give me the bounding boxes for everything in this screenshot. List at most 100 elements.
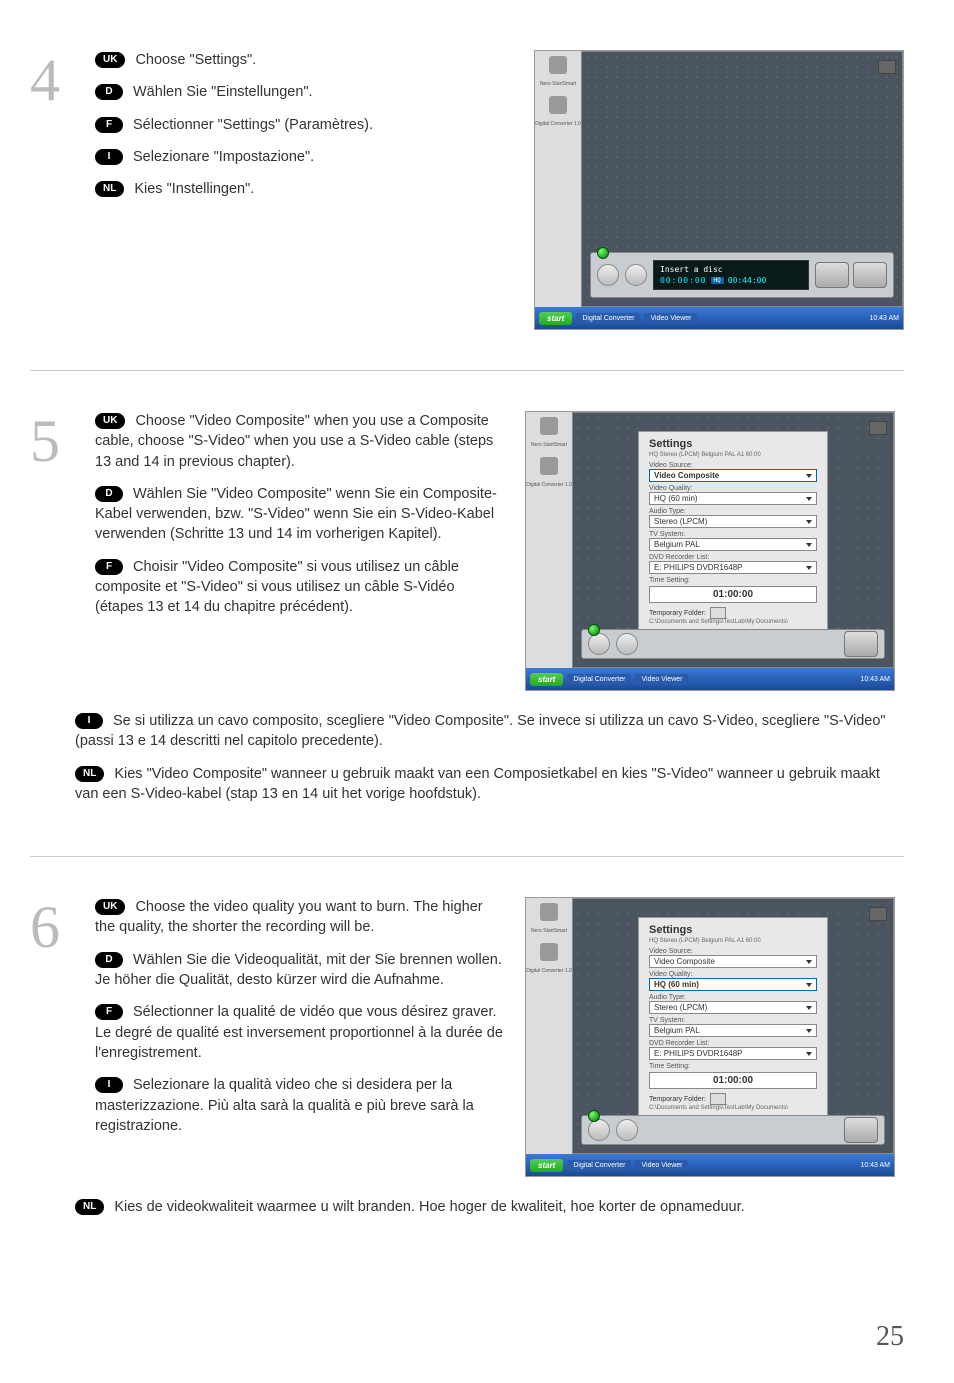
label-video-source: Video Source: <box>649 462 817 469</box>
instruction-uk: UK Choose the video quality you want to … <box>95 897 505 938</box>
start-button[interactable]: start <box>530 1159 563 1172</box>
select-dvd-recorder[interactable]: E: PHILIPS DVDR1648P <box>649 561 817 574</box>
settings-button[interactable] <box>616 633 638 655</box>
player-controls <box>581 1115 885 1145</box>
chevron-down-icon <box>806 1006 812 1010</box>
instruction-f: F Sélectionner la qualité de vidéo que v… <box>95 1002 505 1063</box>
instruction-nl: NL Kies de videokwaliteit waarmee u wilt… <box>75 1197 904 1217</box>
instruction-f-text: Sélectionner "Settings" (Paramètres). <box>133 115 514 135</box>
select-audio-type[interactable]: Stereo (LPCM) <box>649 1001 817 1014</box>
taskbar-clock: 10:43 AM <box>869 315 899 322</box>
step-5: 5 UK Choose "Video Composite" when you u… <box>30 411 904 857</box>
converter-icon <box>540 943 558 961</box>
instruction-f-text: Sélectionner la qualité de vidéo que vou… <box>95 1004 503 1061</box>
select-tv-system[interactable]: Belgium PAL <box>649 538 817 551</box>
select-dvd-recorder[interactable]: E: PHILIPS DVDR1648P <box>649 1047 817 1060</box>
label-time-setting: Time Setting: <box>649 577 817 584</box>
taskbar-item-1[interactable]: Digital Converter <box>576 313 640 324</box>
select-video-source[interactable]: Video Composite <box>649 955 817 968</box>
label-temp-folder: Temporary Folder: <box>649 610 706 617</box>
time-setting-value[interactable]: 01:00:00 <box>649 1072 817 1089</box>
browse-folder-button[interactable] <box>710 607 726 619</box>
select-video-quality[interactable]: HQ (60 min) <box>649 492 817 505</box>
camera-button[interactable] <box>597 264 619 286</box>
label-temp-folder: Temporary Folder: <box>649 1096 706 1103</box>
select-video-quality[interactable]: HQ (60 min) <box>649 978 817 991</box>
settings-dialog: Settings HQ Stereo (LPCM) Belgium PAL A1… <box>638 431 828 655</box>
label-dvd-recorder: DVD Recorder List: <box>649 554 817 561</box>
chevron-down-icon <box>806 960 812 964</box>
step-6: 6 UK Choose the video quality you want t… <box>30 897 904 1269</box>
lang-badge-d: D <box>95 486 123 502</box>
settings-dialog: Settings HQ Stereo (LPCM) Belgium PAL A1… <box>638 917 828 1141</box>
step-5-overflow-text: I Se si utilizza un cavo composito, sceg… <box>30 711 904 816</box>
select-audio-type[interactable]: Stereo (LPCM) <box>649 515 817 528</box>
instruction-nl: NL Kies "Instellingen". <box>95 179 514 199</box>
screenshot-step-6: Nero StartSmart Digital Converter 1.0 Se… <box>525 897 895 1177</box>
taskbar-item-1[interactable]: Digital Converter <box>567 674 631 685</box>
camera-button[interactable] <box>588 1119 610 1141</box>
taskbar-item-1[interactable]: Digital Converter <box>567 1160 631 1171</box>
screenshot-step-5: Nero StartSmart Digital Converter 1.0 Se… <box>525 411 895 691</box>
lcd-quality: HQ <box>711 277 724 284</box>
sidebar-label-2: Digital Converter 1.0 <box>535 122 581 128</box>
stop-button[interactable] <box>853 262 887 288</box>
chevron-down-icon <box>806 520 812 524</box>
chevron-down-icon <box>806 543 812 547</box>
lang-badge-d: D <box>95 952 123 968</box>
lang-badge-i: I <box>95 149 123 165</box>
taskbar-item-2[interactable]: Video Viewer <box>644 313 697 324</box>
instruction-i: I Selezionare la qualità video che si de… <box>95 1075 505 1136</box>
lcd-elapsed: 00:00:00 <box>660 276 707 285</box>
sidebar-label-1: Nero StartSmart <box>540 82 576 88</box>
label-video-quality: Video Quality: <box>649 971 817 978</box>
settings-button[interactable] <box>625 264 647 286</box>
instruction-i: I Selezionare "Impostazione". <box>95 147 514 167</box>
dialog-title: Settings <box>649 438 817 450</box>
page-number: 25 <box>876 1321 904 1353</box>
start-button[interactable]: start <box>539 312 572 325</box>
time-setting-value[interactable]: 01:00:00 <box>649 586 817 603</box>
screenshot-sidebar: Nero StartSmart Digital Converter 1.0 <box>526 412 572 668</box>
select-video-source[interactable]: Video Composite <box>649 469 817 482</box>
chevron-down-icon <box>806 1052 812 1056</box>
record-button[interactable] <box>815 262 849 288</box>
instruction-d-text: Wählen Sie die Videoqualität, mit der Si… <box>95 952 502 988</box>
instruction-i-text: Selezionare "Impostazione". <box>133 147 514 167</box>
chevron-down-icon <box>806 566 812 570</box>
instruction-uk: UK Choose "Video Composite" when you use… <box>95 411 505 472</box>
instruction-d: D Wählen Sie "Einstellungen". <box>95 82 514 102</box>
chevron-down-icon <box>806 1029 812 1033</box>
step-number: 6 <box>30 897 75 1177</box>
start-button[interactable]: start <box>530 673 563 686</box>
browse-folder-button[interactable] <box>710 1093 726 1105</box>
lang-badge-i: I <box>75 713 103 729</box>
camera-button[interactable] <box>588 633 610 655</box>
converter-icon <box>540 457 558 475</box>
select-tv-system[interactable]: Belgium PAL <box>649 1024 817 1037</box>
status-led-icon <box>597 247 609 259</box>
record-button[interactable] <box>844 1117 878 1143</box>
screenshot-step-4: Nero StartSmart Digital Converter 1.0 In… <box>534 50 904 330</box>
record-button[interactable] <box>844 631 878 657</box>
screenshot-sidebar: Nero StartSmart Digital Converter 1.0 <box>535 51 581 307</box>
step-6-text: UK Choose the video quality you want to … <box>95 897 505 1177</box>
settings-button[interactable] <box>616 1119 638 1141</box>
sidebar-label-2: Digital Converter 1.0 <box>526 483 572 489</box>
lang-badge-nl: NL <box>75 766 104 782</box>
instruction-f-text: Choisir "Video Composite" si vous utilis… <box>95 559 459 616</box>
chevron-down-icon <box>806 474 812 478</box>
dialog-title: Settings <box>649 924 817 936</box>
screenshot-main: Insert a disc 00:00:00 HQ 00:44:00 <box>581 51 903 307</box>
taskbar-item-2[interactable]: Video Viewer <box>635 674 688 685</box>
instruction-uk-text: Choose the video quality you want to bur… <box>95 899 483 935</box>
lang-badge-i: I <box>95 1077 123 1093</box>
screenshot-thumbnail <box>878 60 896 74</box>
instruction-nl-text: Kies "Video Composite" wanneer u gebruik… <box>75 766 880 802</box>
instruction-nl-text: Kies de videokwaliteit waarmee u wilt br… <box>114 1199 744 1215</box>
step-number: 5 <box>30 411 75 691</box>
lang-badge-nl: NL <box>75 1199 104 1215</box>
instruction-uk-text: Choose "Video Composite" when you use a … <box>95 413 493 470</box>
lcd-display: Insert a disc 00:00:00 HQ 00:44:00 <box>653 260 809 290</box>
taskbar-item-2[interactable]: Video Viewer <box>635 1160 688 1171</box>
